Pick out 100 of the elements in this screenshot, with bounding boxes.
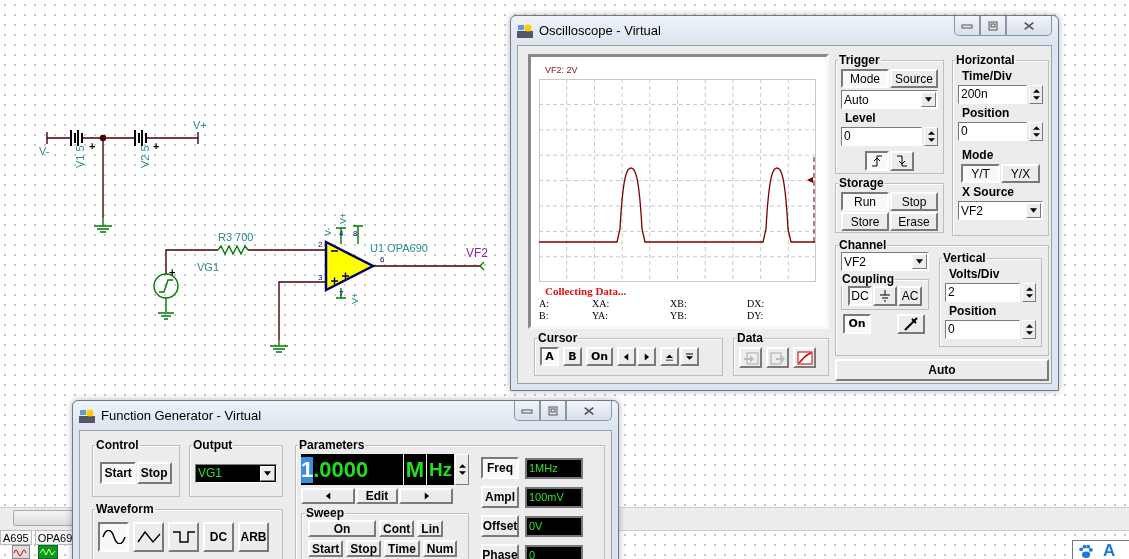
cursor-readout: DX: bbox=[747, 298, 766, 310]
cursor-button[interactable]: A bbox=[540, 347, 559, 366]
ground-button[interactable] bbox=[873, 286, 897, 306]
waveform-button[interactable]: DC bbox=[203, 522, 234, 552]
position-field[interactable]: 0 bbox=[945, 320, 1020, 339]
opamp-label: U1 OPA690 bbox=[370, 242, 428, 254]
control-button[interactable]: Start bbox=[100, 462, 136, 484]
channel-on-button[interactable]: On bbox=[843, 314, 871, 334]
cursor-readout: B: bbox=[539, 310, 550, 322]
close-button[interactable] bbox=[566, 401, 612, 421]
spin-arrows-icon bbox=[458, 463, 466, 476]
sweep-button[interactable]: Cont bbox=[379, 520, 415, 537]
probe-button[interactable] bbox=[897, 314, 925, 334]
storage-button[interactable]: Erase bbox=[890, 212, 938, 231]
level-field[interactable]: 0 bbox=[841, 127, 922, 146]
move-down-button[interactable] bbox=[680, 347, 700, 366]
waveform-button[interactable]: ARB bbox=[238, 522, 269, 552]
parameter-button[interactable]: Phase bbox=[481, 544, 519, 559]
time-div-field[interactable]: 200n bbox=[958, 85, 1027, 104]
volts-div-field[interactable]: 2 bbox=[945, 283, 1020, 302]
storage-button[interactable]: Stop bbox=[890, 192, 938, 211]
polarity-mark: + bbox=[89, 140, 96, 152]
parameter-value: 1MHz bbox=[525, 457, 583, 479]
probe-icon bbox=[903, 316, 919, 332]
storage-button[interactable]: Store bbox=[841, 212, 889, 231]
close-button[interactable] bbox=[1006, 16, 1052, 36]
parameter-button[interactable]: Ampl bbox=[481, 486, 519, 508]
square-wave-button[interactable] bbox=[168, 522, 199, 552]
parameter-value: 0V bbox=[525, 515, 583, 537]
channel-scale-label: VF2: 2V bbox=[544, 64, 579, 76]
auto-button[interactable]: Auto bbox=[835, 359, 1049, 381]
sweep-button[interactable]: Stop bbox=[346, 540, 381, 557]
paw-icon[interactable] bbox=[1078, 543, 1093, 559]
right-arrow-button[interactable] bbox=[637, 347, 657, 366]
oscilloscope-icon[interactable] bbox=[38, 545, 58, 559]
spin-button[interactable] bbox=[1029, 85, 1043, 104]
cursor-button[interactable]: On bbox=[586, 347, 614, 366]
coupling-button[interactable]: DC bbox=[848, 286, 872, 306]
group-title: Coupling bbox=[841, 273, 895, 286]
spin-button[interactable] bbox=[924, 127, 938, 146]
x-source-dropdown[interactable]: VF2 bbox=[958, 201, 1043, 220]
sweep-button[interactable]: Num bbox=[422, 540, 458, 557]
chart-icon bbox=[796, 350, 813, 365]
coupling-button[interactable]: AC bbox=[898, 286, 922, 306]
falling-edge-button[interactable] bbox=[890, 151, 914, 171]
sine-wave-button[interactable] bbox=[98, 522, 129, 552]
scrollbar-thumb[interactable] bbox=[13, 510, 73, 526]
triangle-wave-icon bbox=[136, 530, 161, 544]
group-title: Storage bbox=[838, 177, 885, 190]
spin-button[interactable] bbox=[1022, 283, 1036, 302]
position-field[interactable]: 0 bbox=[958, 122, 1027, 141]
sweep-button[interactable]: On bbox=[308, 520, 376, 537]
mode-button[interactable]: Y/X bbox=[1001, 164, 1040, 183]
document-tab[interactable]: A695 bbox=[0, 530, 32, 545]
trigger-tab[interactable]: Mode bbox=[841, 69, 889, 88]
chart-button[interactable] bbox=[793, 347, 816, 368]
control-button[interactable]: Stop bbox=[136, 462, 172, 484]
mode-dropdown[interactable]: Auto bbox=[841, 90, 938, 109]
close-icon bbox=[1023, 20, 1035, 31]
triangle-wave-button[interactable] bbox=[133, 522, 164, 552]
move-up-button[interactable] bbox=[660, 347, 680, 366]
rising-edge-button[interactable] bbox=[865, 151, 889, 171]
value-display[interactable]: 1.0000 bbox=[301, 454, 403, 485]
trigger-tab[interactable]: Source bbox=[890, 69, 938, 88]
maximize-icon bbox=[547, 405, 559, 416]
parameter-button[interactable]: Freq bbox=[481, 457, 519, 479]
group-title: Sweep bbox=[305, 507, 345, 520]
battery-label: V1 5 bbox=[74, 145, 86, 168]
supply-label: V+ bbox=[338, 212, 348, 224]
output-dropdown[interactable]: VG1 bbox=[195, 463, 277, 483]
export-button[interactable] bbox=[766, 347, 789, 368]
group-title: Control bbox=[95, 439, 140, 452]
spin-button[interactable] bbox=[455, 454, 469, 485]
sweep-button[interactable]: Time bbox=[384, 540, 420, 557]
maximize-button[interactable] bbox=[540, 401, 566, 421]
minimize-button[interactable] bbox=[514, 401, 540, 421]
left-arrow-button[interactable] bbox=[617, 347, 637, 366]
caret-icon bbox=[916, 259, 923, 264]
cursor-button[interactable]: B bbox=[563, 347, 582, 366]
cursor-readout: A: bbox=[539, 298, 550, 310]
field-label: Volts/Div bbox=[948, 267, 1001, 281]
channel-dropdown[interactable]: VF2 bbox=[841, 252, 929, 271]
falling-edge-icon bbox=[896, 155, 908, 167]
sweep-button[interactable]: Lin bbox=[417, 520, 444, 537]
maximize-button[interactable] bbox=[980, 16, 1006, 36]
spin-button[interactable] bbox=[1029, 122, 1043, 141]
field-label: Level bbox=[844, 111, 877, 125]
sweep-button[interactable]: Start bbox=[308, 540, 344, 557]
storage-button[interactable]: Run bbox=[841, 192, 889, 211]
mode-button[interactable]: Y/T bbox=[961, 164, 1000, 183]
import-button[interactable] bbox=[739, 347, 762, 368]
sine-wave-icon bbox=[101, 530, 126, 544]
waveform-icon[interactable] bbox=[12, 545, 30, 559]
input-mode-label[interactable]: A bbox=[1103, 542, 1116, 559]
minimize-button[interactable] bbox=[954, 16, 980, 36]
spin-button[interactable] bbox=[1022, 320, 1036, 339]
pin-number: 8 bbox=[353, 229, 358, 238]
ground-icon bbox=[879, 290, 891, 302]
parameter-button[interactable]: Offset bbox=[481, 515, 519, 537]
edit-button[interactable]: Edit bbox=[356, 488, 398, 504]
